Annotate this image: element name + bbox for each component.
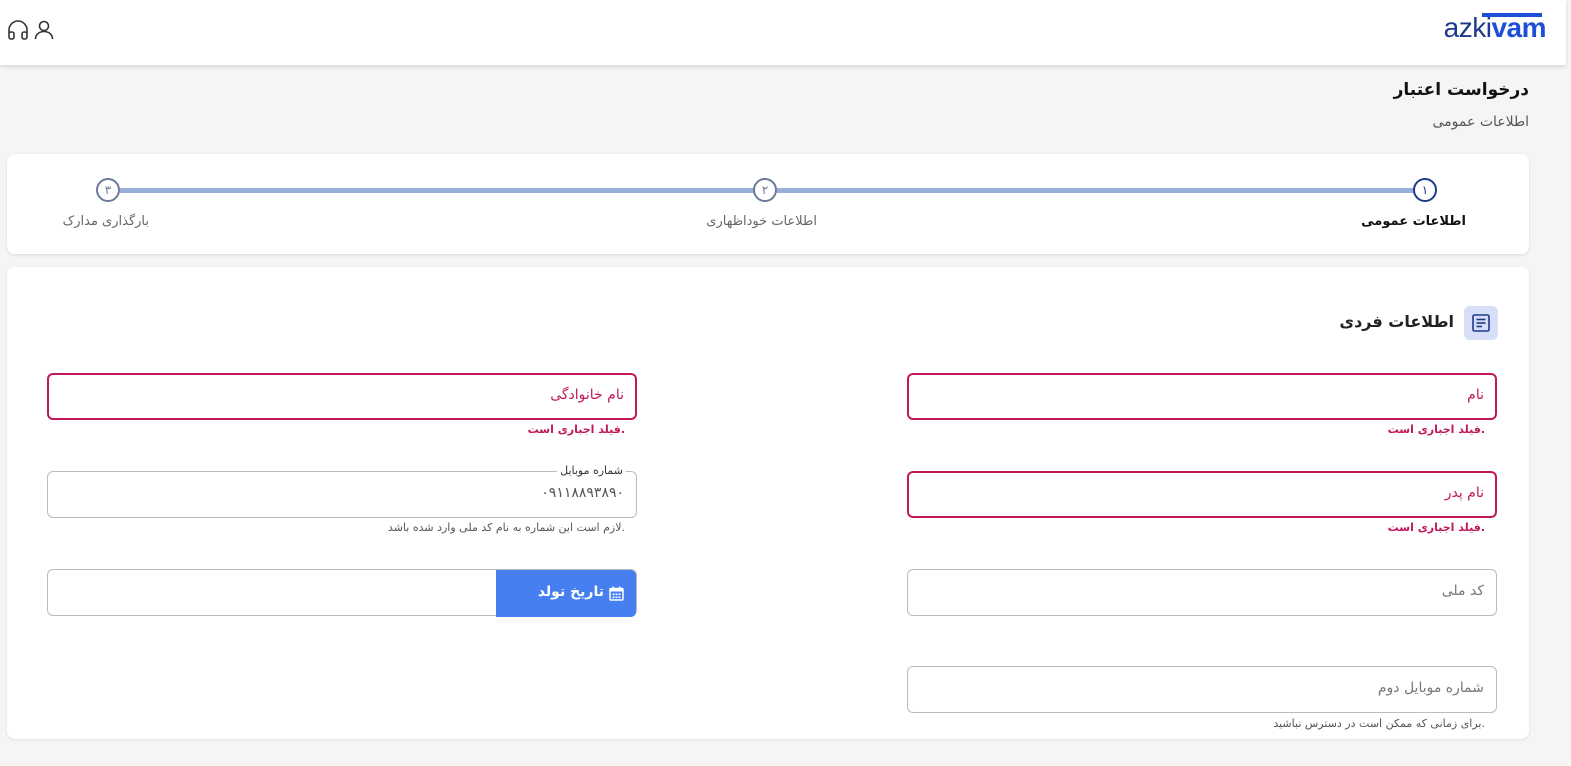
headset-icon[interactable] xyxy=(6,18,30,42)
step-2-label: اطلاعات خوداظهاری xyxy=(706,214,817,229)
father-name-field[interactable]: نام پدر xyxy=(907,471,1497,518)
personal-info-card: اطلاعات فردی نام فیلد اجباری است. نام خا… xyxy=(7,267,1529,739)
second-mobile-field[interactable]: شماره موبایل دوم xyxy=(907,666,1497,713)
step-1-label: اطلاعات عمومی xyxy=(1361,214,1466,229)
mobile-label: شماره موبایل xyxy=(557,464,626,477)
birth-date-label: تاریخ تولد xyxy=(537,584,604,600)
national-code-field[interactable]: کد ملی xyxy=(907,569,1497,616)
page-subtitle: اطلاعات عمومی xyxy=(1432,114,1529,130)
first-name-placeholder: نام xyxy=(1467,387,1484,403)
step-3-circle[interactable]: ۳ xyxy=(96,178,120,202)
top-bar: azkivam xyxy=(0,0,1566,65)
section-title: اطلاعات فردی xyxy=(1339,312,1454,331)
calendar-icon xyxy=(609,586,624,605)
stepper-line-left xyxy=(120,188,765,193)
mobile-value: ۰۹۱۱۸۸۹۳۸۹۰ xyxy=(541,485,624,501)
first-name-field[interactable]: نام xyxy=(907,373,1497,420)
page-title: درخواست اعتبار xyxy=(1393,80,1529,100)
birth-date-field[interactable]: تاریخ تولد xyxy=(47,569,637,617)
stepper-line-right xyxy=(777,188,1415,193)
last-name-field[interactable]: نام خانوادگی xyxy=(47,373,637,420)
first-name-error: فیلد اجباری است. xyxy=(1387,423,1485,436)
father-name-placeholder: نام پدر xyxy=(1444,485,1484,501)
stepper: ۱ ۲ ۳ اطلاعات عمومی اطلاعات خوداظهاری با… xyxy=(7,154,1529,254)
birth-date-button[interactable]: تاریخ تولد xyxy=(496,570,636,617)
logo-underline xyxy=(1482,13,1542,17)
national-code-placeholder: کد ملی xyxy=(1441,583,1484,599)
step-3-label: بارگذاری مدارک xyxy=(62,214,149,229)
mobile-help: لازم است این شماره به نام کد ملی وارد شد… xyxy=(387,521,625,534)
step-2-circle[interactable]: ۲ xyxy=(753,178,777,202)
second-mobile-placeholder: شماره موبایل دوم xyxy=(1377,680,1484,696)
step-1-circle[interactable]: ۱ xyxy=(1413,178,1437,202)
user-icon[interactable] xyxy=(32,18,56,42)
last-name-placeholder: نام خانوادگی xyxy=(550,387,624,403)
last-name-error: فیلد اجباری است. xyxy=(527,423,625,436)
mobile-field[interactable]: شماره موبایل ۰۹۱۱۸۸۹۳۸۹۰ xyxy=(47,464,637,518)
father-name-error: فیلد اجباری است. xyxy=(1387,521,1485,534)
second-mobile-help: برای زمانی که ممکن است در دسترس نباشید. xyxy=(1273,717,1485,730)
document-icon xyxy=(1464,306,1498,340)
